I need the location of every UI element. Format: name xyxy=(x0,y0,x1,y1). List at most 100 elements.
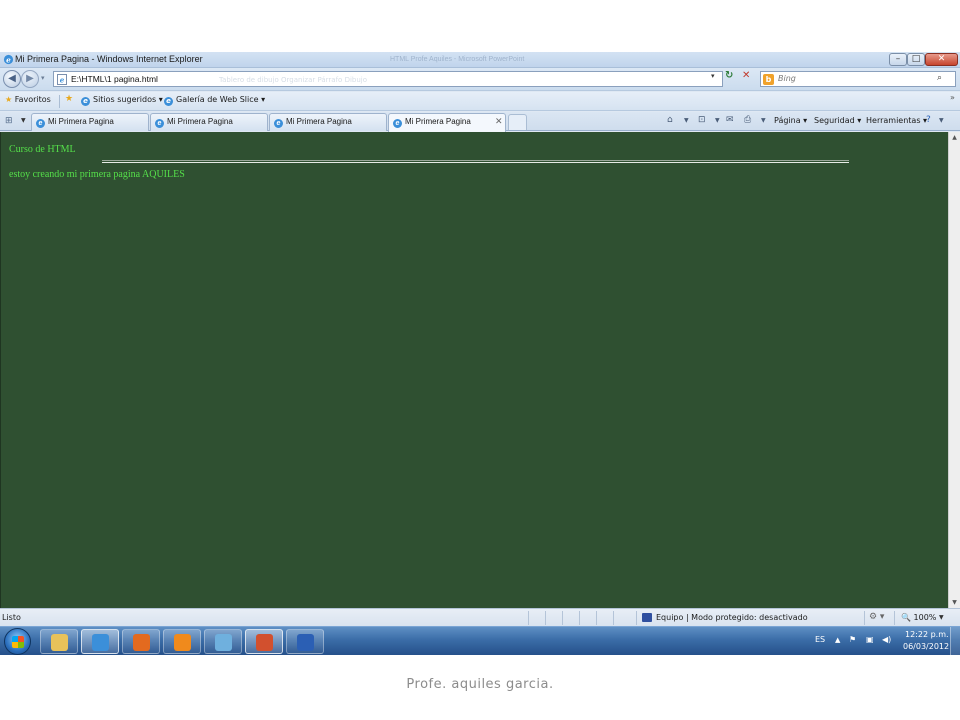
page-heading: Curso de HTML xyxy=(9,144,76,155)
tab-label: Mi Primera Pagina xyxy=(167,117,233,126)
divider xyxy=(636,611,637,625)
ie-page-icon: e xyxy=(274,119,283,128)
bing-logo-icon: b xyxy=(763,74,774,85)
page-paragraph: estoy creando mi primera pagina AQUILES xyxy=(9,169,185,180)
tab-1[interactable]: e Mi Primera Pagina xyxy=(31,113,149,131)
address-row: ◀ ▶ ▾ e E:\HTML\1 pagina.html Tablero de… xyxy=(0,68,960,91)
feeds-dropdown-icon[interactable]: ▼ xyxy=(715,117,720,124)
suggested-sites-link[interactable]: e Sitios sugeridos ▾ xyxy=(81,95,163,106)
help-dropdown-icon[interactable]: ▼ xyxy=(939,117,944,124)
stop-icon[interactable]: ✕ xyxy=(742,70,750,81)
maximize-button[interactable]: □ xyxy=(907,53,925,66)
firefox-icon xyxy=(133,634,150,651)
tools-menu[interactable]: Herramientas ▾ xyxy=(866,116,927,125)
divider xyxy=(562,611,563,625)
language-indicator[interactable]: ES xyxy=(815,635,825,644)
web-slice-gallery-link[interactable]: e Galería de Web Slice ▾ xyxy=(164,95,265,106)
print-dropdown-icon[interactable]: ▼ xyxy=(761,117,766,124)
network-icon[interactable]: ▣ xyxy=(866,635,874,644)
back-button[interactable]: ◀ xyxy=(3,70,21,88)
word-icon xyxy=(297,634,314,651)
search-input[interactable]: Bing xyxy=(778,74,796,83)
explorer-taskbar-button[interactable] xyxy=(40,629,78,654)
home-icon[interactable]: ⌂ xyxy=(667,115,673,125)
feeds-icon[interactable]: ⊡ xyxy=(698,115,706,125)
new-tab-button[interactable] xyxy=(508,114,527,130)
favorites-label: Favoritos xyxy=(14,95,51,104)
quick-tabs-icon[interactable]: ⊞ xyxy=(5,116,13,126)
zoom-level[interactable]: 🔍 100% xyxy=(901,613,936,622)
tab-row: ⊞ ▼ e Mi Primera Pagina e Mi Primera Pagin… xyxy=(0,112,960,132)
internet-explorer-icon: e xyxy=(3,54,14,64)
address-bar[interactable]: e E:\HTML\1 pagina.html Tablero de dibuj… xyxy=(53,71,723,87)
show-desktop-button[interactable] xyxy=(950,627,960,655)
help-icon[interactable]: ? xyxy=(926,115,931,125)
show-hidden-icons-icon[interactable]: ▲ xyxy=(835,636,840,644)
tab-list-dropdown-icon[interactable]: ▼ xyxy=(21,117,26,124)
firefox-taskbar-button[interactable] xyxy=(122,629,160,654)
more-chevron-icon[interactable]: » xyxy=(950,93,955,102)
powerpoint-icon xyxy=(256,634,273,651)
word-taskbar-button[interactable] xyxy=(286,629,324,654)
ie-page-icon: e xyxy=(155,119,164,128)
background-ribbon-text: Tablero de dibujo Organizar Párrafo Dibu… xyxy=(219,76,368,84)
tab-4-active[interactable]: e Mi Primera Pagina ✕ xyxy=(388,113,506,132)
refresh-icon[interactable]: ↻ xyxy=(725,70,733,81)
svg-text:e: e xyxy=(60,76,65,85)
print-icon[interactable]: ⎙ xyxy=(744,115,751,125)
scroll-down-icon[interactable]: ▼ xyxy=(949,597,960,608)
tab-label: Mi Primera Pagina xyxy=(286,117,352,126)
powerpoint-taskbar-button[interactable] xyxy=(245,629,283,654)
start-button[interactable] xyxy=(4,628,31,655)
divider xyxy=(894,611,895,625)
notepad-taskbar-button[interactable] xyxy=(204,629,242,654)
tab-3[interactable]: e Mi Primera Pagina xyxy=(269,113,387,131)
internet-explorer-taskbar-button[interactable] xyxy=(81,629,119,654)
clock-time[interactable]: 12:22 p.m. xyxy=(905,630,949,639)
protected-mode-icon[interactable]: ⚙ ▾ xyxy=(869,612,884,622)
mail-icon[interactable]: ✉ xyxy=(726,115,734,125)
media-player-icon xyxy=(174,634,191,651)
status-text: Listo xyxy=(2,613,21,622)
close-tab-icon[interactable]: ✕ xyxy=(495,116,503,127)
window-title-bar: e Mi Primera Pagina - Windows Internet E… xyxy=(0,52,960,68)
clock-date[interactable]: 06/03/2012 xyxy=(903,642,949,651)
status-bar: Listo Equipo | Modo protegido: desactiva… xyxy=(0,608,960,626)
close-button[interactable]: ✕ xyxy=(925,53,958,66)
divider xyxy=(613,611,614,625)
address-dropdown-icon[interactable]: ▾ xyxy=(711,72,715,80)
divider xyxy=(545,611,546,625)
minimize-button[interactable]: – xyxy=(889,53,907,66)
favorites-button[interactable]: ★ Favoritos xyxy=(5,95,51,104)
internet-explorer-icon xyxy=(92,634,109,651)
screenshot-frame: e Mi Primera Pagina - Windows Internet E… xyxy=(0,52,960,655)
windows-logo-icon xyxy=(12,636,24,648)
search-box[interactable]: b Bing ⌕ xyxy=(760,71,956,87)
suggested-sites-label: Sitios sugeridos ▾ xyxy=(93,95,163,104)
safety-menu[interactable]: Seguridad ▾ xyxy=(814,116,861,125)
windows-taskbar: ES ▲ ⚑ ▣ ◀) 12:22 p.m. 06/03/2012 xyxy=(0,626,960,655)
tab-2[interactable]: e Mi Primera Pagina xyxy=(150,113,268,131)
address-url[interactable]: E:\HTML\1 pagina.html xyxy=(71,74,158,84)
add-favorite-icon[interactable]: ★ xyxy=(65,94,73,104)
security-zone-text[interactable]: Equipo | Modo protegido: desactivado xyxy=(656,613,808,622)
background-window-title: HTML Profe Aquiles - Microsoft PowerPoin… xyxy=(390,56,525,63)
search-icon[interactable]: ⌕ xyxy=(937,73,942,83)
zoom-dropdown-icon[interactable]: ▼ xyxy=(939,614,944,621)
vertical-scrollbar[interactable]: ▲ ▼ xyxy=(948,132,960,608)
security-zone-icon xyxy=(642,613,652,622)
horizontal-rule xyxy=(102,160,849,163)
ie-page-icon: e xyxy=(81,97,90,106)
forward-button[interactable]: ▶ xyxy=(21,70,39,88)
home-dropdown-icon[interactable]: ▼ xyxy=(684,117,689,124)
recent-pages-dropdown[interactable]: ▾ xyxy=(41,74,45,82)
volume-icon[interactable]: ◀) xyxy=(882,635,891,644)
page-menu[interactable]: Página ▾ xyxy=(774,116,807,125)
divider xyxy=(579,611,580,625)
media-player-taskbar-button[interactable] xyxy=(163,629,201,654)
favorites-bar: ★ Favoritos ★ e Sitios sugeridos ▾ e Galer… xyxy=(0,92,960,111)
action-center-flag-icon[interactable]: ⚑ xyxy=(849,635,856,644)
ie-page-icon: e xyxy=(164,97,173,106)
notepad-icon xyxy=(215,634,232,651)
scroll-up-icon[interactable]: ▲ xyxy=(949,132,960,143)
